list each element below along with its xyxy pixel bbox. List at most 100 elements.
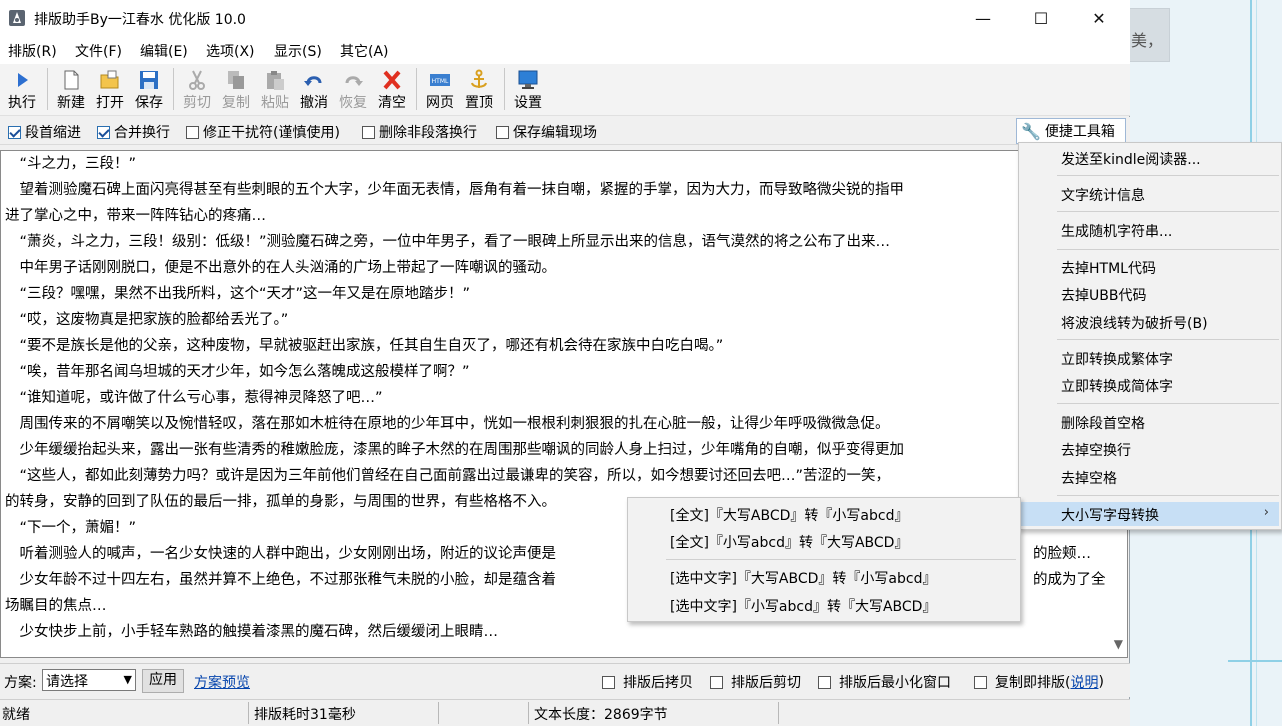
menu-item-send-kindle[interactable]: 发送至kindle阅读器... <box>1061 149 1201 169</box>
wrench-icon: 🔧 <box>1021 121 1041 141</box>
fix-interference-checkbox[interactable]: 修正干扰符(谨慎使用) <box>186 122 340 142</box>
title-bar[interactable]: 排版助手By一江春水 优化版 10.0 — ☐ ✕ <box>0 0 1130 36</box>
copy-label: 复制 <box>222 95 250 111</box>
editor-line: 望着测验魔石碑上面闪亮得甚至有些刺眼的五个大字，少年面无表情，唇角有着一抹自嘲，… <box>5 182 904 198</box>
copy-format-checkbox[interactable]: 复制即排版(说明) <box>974 672 1104 692</box>
minimize-after-label: 排版后最小化窗口 <box>839 675 951 691</box>
dropdown-arrow-icon: ▼ <box>123 673 132 686</box>
editor-line: 的转身，安静的回到了队伍的最后一排，孤单的身影，与周围的世界，有些格格不入。 <box>5 494 556 510</box>
svg-text:HTML: HTML <box>432 78 449 85</box>
help-link[interactable]: 说明 <box>1070 672 1098 692</box>
execute-label: 执行 <box>8 95 36 111</box>
checkbox-unchecked-icon <box>818 675 831 689</box>
toolbar-separator <box>173 68 174 110</box>
menu-item-random-string[interactable]: 生成随机字符串... <box>1061 221 1172 241</box>
redo-button[interactable]: 恢复 <box>334 67 372 113</box>
menu-item-remove-spaces[interactable]: 去掉空格 <box>1061 468 1117 488</box>
menu-edit[interactable]: 编辑(E) <box>140 41 188 61</box>
webpage-label: 网页 <box>426 95 454 111</box>
toolbox-button[interactable]: 🔧 便捷工具箱 <box>1016 118 1126 144</box>
checkbox-unchecked-icon <box>496 125 509 139</box>
editor-line: “谁知道呢，或许做了什么亏心事，惹得神灵降怒了吧…” <box>5 390 383 406</box>
checkbox-unchecked-icon <box>710 675 723 689</box>
window-title: 排版助手By一江春水 优化版 10.0 <box>34 12 246 28</box>
submenu-item-all-lower-to-upper[interactable]: [全文]『小写abcd』转『大写ABCD』 <box>670 532 908 552</box>
editor-line: 场瞩目的焦点… <box>5 598 107 614</box>
new-button[interactable]: 新建 <box>52 67 90 113</box>
menu-item-case-convert[interactable]: 大小写字母转换 <box>1061 505 1159 525</box>
checkbox-checked-icon <box>97 125 110 139</box>
background-snippet: 美， <box>1131 31 1164 50</box>
paste-button[interactable]: 粘贴 <box>256 67 294 113</box>
indent-label: 段首缩进 <box>25 125 81 141</box>
settings-button[interactable]: 设置 <box>509 67 547 113</box>
close-button[interactable]: ✕ <box>1070 0 1128 36</box>
execute-button[interactable]: 执行 <box>3 67 41 113</box>
save-label: 保存 <box>135 95 163 111</box>
maximize-button[interactable]: ☐ <box>1012 0 1070 36</box>
submenu-arrow-icon: › <box>1263 505 1269 520</box>
delete-non-paragraph-checkbox[interactable]: 删除非段落换行 <box>362 122 477 142</box>
scissors-icon <box>189 70 205 90</box>
submenu-item-all-upper-to-lower[interactable]: [全文]『大写ABCD』转『小写abcd』 <box>670 505 908 525</box>
undo-icon <box>304 76 322 86</box>
toolbox-menu: 发送至kindle阅读器... 文字统计信息 生成随机字符串... 去掉HTML… <box>1018 142 1282 530</box>
menu-bar: 排版(R) 文件(F) 编辑(E) 选项(X) 显示(S) 其它(A) <box>0 36 1130 64</box>
menu-item-remove-blank-lines[interactable]: 去掉空换行 <box>1061 440 1131 460</box>
submenu-item-selection-lower-to-upper[interactable]: [选中文字]『小写abcd』转『大写ABCD』 <box>670 596 936 616</box>
copy-after-label: 排版后拷贝 <box>623 675 693 691</box>
editor-line: 少女年龄不过十四左右，虽然并算不上绝色，不过那张稚气未脱的小脸，却是蕴含着 <box>5 572 556 588</box>
scroll-down-arrow-icon[interactable]: ▼ <box>1114 637 1123 651</box>
new-file-icon <box>64 70 79 90</box>
menu-other[interactable]: 其它(A) <box>340 41 389 61</box>
minimize-button[interactable]: — <box>954 0 1012 36</box>
indent-checkbox[interactable]: 段首缩进 <box>8 122 81 142</box>
cut-after-checkbox[interactable]: 排版后剪切 <box>710 672 801 692</box>
status-ready: 就绪 <box>2 707 30 723</box>
undo-label: 撤消 <box>300 95 328 111</box>
menu-options[interactable]: 选项(X) <box>206 41 255 61</box>
copy-after-checkbox[interactable]: 排版后拷贝 <box>602 672 693 692</box>
editor-line: 听着测验人的喊声，一名少女快速的人群中跑出，少女刚刚出场，附近的议论声便是 <box>5 546 556 562</box>
copy-button[interactable]: 复制 <box>217 67 255 113</box>
menu-display[interactable]: 显示(S) <box>274 41 322 61</box>
menu-layout[interactable]: 排版(R) <box>8 41 57 61</box>
clear-label: 清空 <box>378 95 406 111</box>
pin-top-button[interactable]: 置顶 <box>460 67 498 113</box>
toolbar-separator <box>416 68 417 110</box>
save-scene-checkbox[interactable]: 保存编辑现场 <box>496 122 597 142</box>
menu-item-tilde-to-dash[interactable]: 将波浪线转为破折号(B) <box>1061 313 1208 333</box>
editor-line: 进了掌心之中，带来一阵阵钻心的疼痛… <box>5 208 266 224</box>
toolbox-label: 便捷工具箱 <box>1044 124 1115 140</box>
status-separator <box>778 702 779 724</box>
menu-item-strip-ubb[interactable]: 去掉UBB代码 <box>1061 285 1146 305</box>
menu-item-to-simplified[interactable]: 立即转换成简体字 <box>1061 376 1173 396</box>
menu-item-to-traditional[interactable]: 立即转换成繁体字 <box>1061 349 1173 369</box>
open-button[interactable]: 打开 <box>91 67 129 113</box>
cut-button[interactable]: 剪切 <box>178 67 216 113</box>
menu-separator <box>1057 211 1279 212</box>
scheme-label: 方案: <box>4 675 37 691</box>
scheme-preview-link[interactable]: 方案预览 <box>194 672 250 692</box>
merge-lines-checkbox[interactable]: 合并换行 <box>97 122 170 142</box>
background-hrule <box>1228 660 1282 662</box>
save-button[interactable]: 保存 <box>130 67 168 113</box>
menu-file[interactable]: 文件(F) <box>75 41 122 61</box>
clear-button[interactable]: 清空 <box>373 67 411 113</box>
submenu-item-selection-upper-to-lower[interactable]: [选中文字]『大写ABCD』转『小写abcd』 <box>670 568 936 588</box>
menu-item-text-stats[interactable]: 文字统计信息 <box>1061 185 1145 205</box>
editor-line: 中年男子话刚刚脱口，便是不出意外的在人头汹涌的广场上带起了一阵嘲讽的骚动。 <box>5 260 556 276</box>
copy-icon <box>228 71 244 89</box>
scheme-select[interactable]: 请选择 ▼ <box>42 669 136 691</box>
apply-button[interactable]: 应用 <box>142 669 184 693</box>
red-x-icon <box>383 70 401 90</box>
editor-line: “这些人，都如此刻薄势力吗？或许是因为三年前他们曾经在自己面前露出过最谦卑的笑容… <box>5 468 891 484</box>
minimize-after-checkbox[interactable]: 排版后最小化窗口 <box>818 672 951 692</box>
status-length: 文本长度：2869字节 <box>534 707 668 723</box>
menu-separator <box>1057 339 1279 340</box>
menu-item-strip-html[interactable]: 去掉HTML代码 <box>1061 258 1156 278</box>
menu-item-delete-leading-space[interactable]: 删除段首空格 <box>1061 413 1145 433</box>
menu-separator <box>1057 403 1279 404</box>
webpage-button[interactable]: HTML 网页 <box>421 67 459 113</box>
undo-button[interactable]: 撤消 <box>295 67 333 113</box>
